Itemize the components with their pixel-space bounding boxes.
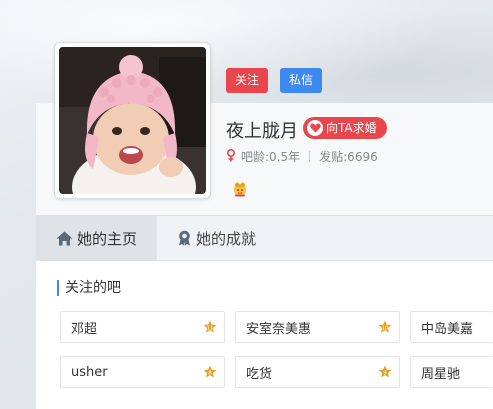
female-icon [226,148,236,165]
followed-bar-item[interactable]: 安室奈美惠 10 [235,311,400,343]
followed-bar-item[interactable]: usher 8 [60,356,225,388]
follow-button[interactable]: 关注 [226,68,269,93]
bar-name: 周星驰 [421,366,461,382]
home-icon [56,231,73,246]
bar-name: 中岛美嘉 [421,321,474,337]
avatar-frame[interactable] [54,42,211,199]
avatar [59,47,206,194]
followed-bar-item[interactable]: 邓超 11 [60,311,225,343]
medal-icon [177,230,192,246]
level-star-icon: 9 [378,365,392,378]
bar-name: 吃货 [246,366,273,382]
meta-divider [309,151,311,162]
followed-bars-title: 关注的吧 [57,280,121,296]
post-count: 发贴:6696 [319,150,378,164]
username: 夜上胧月 [226,121,298,142]
svg-text:8: 8 [208,370,212,376]
tab-achievements[interactable]: 她的成就 [157,216,276,260]
message-button[interactable]: 私信 [280,68,323,93]
propose-label: 向TA求婚 [326,121,377,135]
profile-meta: 吧龄:0.5年 发贴:6696 [226,148,378,165]
bar-name: 邓超 [71,321,98,337]
profile-tabs: 她的主页 她的成就 [36,215,493,261]
level-star-icon: 11 [203,320,217,333]
crown-badge-icon[interactable] [232,180,248,197]
followed-bar-item[interactable]: 吃货 9 [235,356,400,388]
level-star-icon: 8 [203,365,217,378]
bar-name: usher [71,364,108,380]
followed-bar-item[interactable]: 周星驰 [410,356,493,388]
bar-name: 安室奈美惠 [246,321,312,337]
tab-home[interactable]: 她的主页 [36,216,158,260]
propose-button[interactable]: 向TA求婚 [303,117,387,139]
followed-bar-item[interactable]: 中岛美嘉 [410,311,493,343]
svg-text:9: 9 [383,370,387,376]
tab-home-label: 她的主页 [77,229,138,248]
svg-text:11: 11 [207,325,214,331]
svg-text:10: 10 [382,325,389,331]
heart-icon [307,120,323,136]
tab-achievements-label: 她的成就 [196,229,257,248]
level-star-icon: 10 [378,320,392,333]
bar-age: 吧龄:0.5年 [241,150,301,164]
